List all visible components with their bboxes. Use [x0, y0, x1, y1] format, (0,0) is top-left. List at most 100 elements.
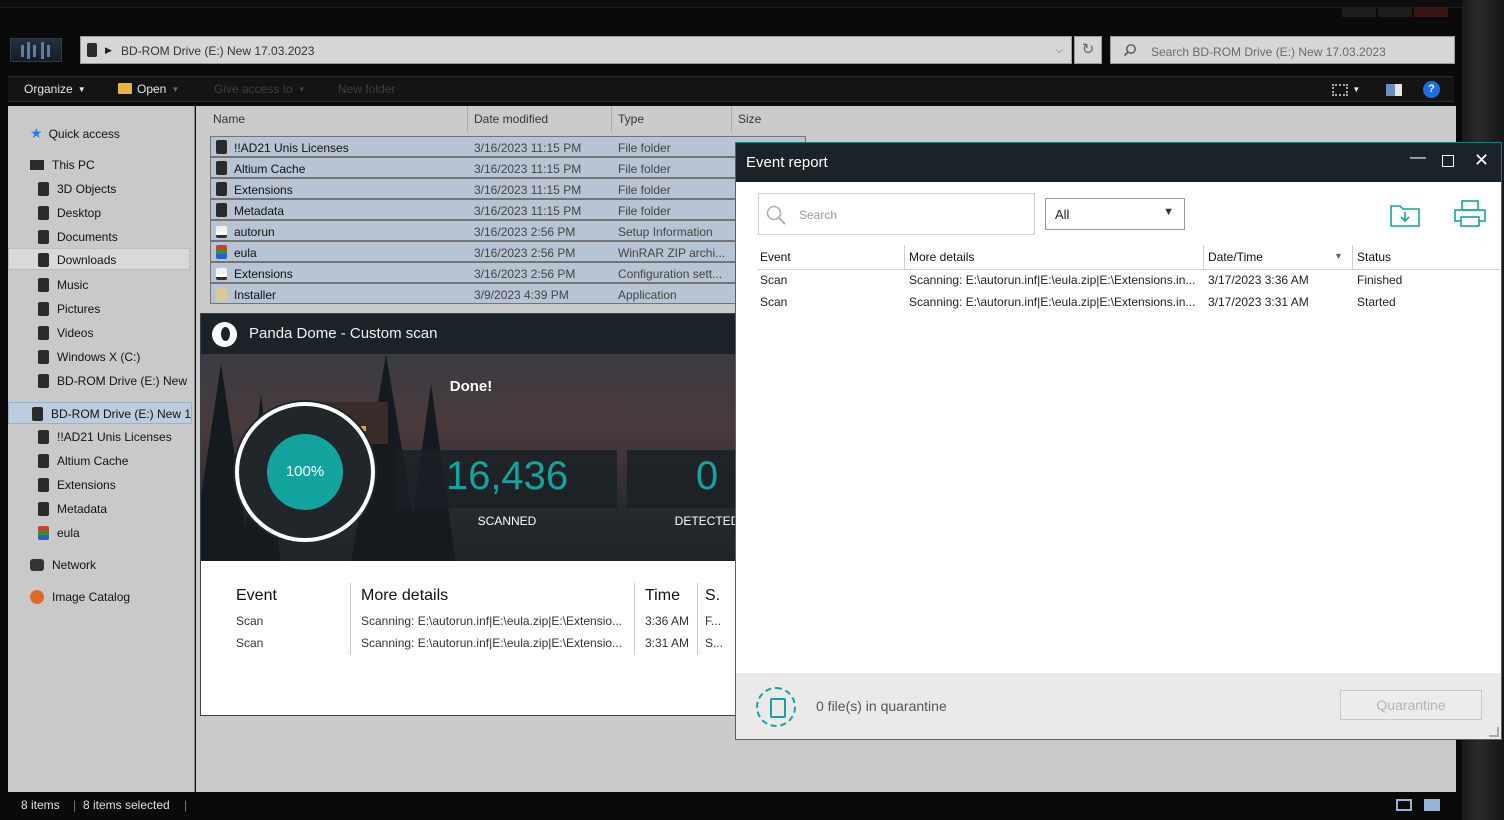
- minimize-button[interactable]: [1342, 7, 1376, 17]
- nav-item-music[interactable]: Music: [38, 274, 88, 296]
- column-header-event[interactable]: Event: [236, 587, 277, 605]
- nav-item-altium-cache[interactable]: Altium Cache: [38, 450, 128, 472]
- search-box[interactable]: Search BD-ROM Drive (E:) New 17.03.2023: [1110, 36, 1455, 64]
- file-row[interactable]: !!AD21 Unis Licenses 3/16/2023 11:15 PM Fi…: [210, 136, 806, 157]
- column-divider[interactable]: [1352, 245, 1353, 269]
- column-header-details[interactable]: More details: [361, 587, 448, 605]
- column-header-datetime[interactable]: Date/Time: [1208, 250, 1263, 264]
- export-folder-icon[interactable]: [1389, 200, 1421, 228]
- file-row[interactable]: eula 3/16/2023 2:56 PM WinRAR ZIP archi...: [210, 241, 806, 262]
- column-header-event[interactable]: Event: [760, 250, 791, 264]
- organize-button[interactable]: Organize ▼: [24, 82, 86, 96]
- quarantine-button[interactable]: Quarantine: [1340, 690, 1482, 720]
- status-divider: |: [73, 798, 77, 812]
- event-filter-select[interactable]: All ▼: [1045, 198, 1185, 230]
- nav-item-documents[interactable]: Documents: [38, 226, 118, 248]
- chevron-down-icon[interactable]: ⌵: [1055, 45, 1063, 56]
- file-row[interactable]: Installer 3/9/2023 4:39 PM Application: [210, 283, 806, 304]
- give-access-button[interactable]: Give access to ▼: [214, 82, 306, 96]
- close-button[interactable]: [1414, 7, 1448, 17]
- file-name: Extensions: [234, 267, 293, 281]
- column-header-time[interactable]: Time: [645, 587, 680, 605]
- navigation-row: ▶ BD-ROM Drive (E:) New 17.03.2023 ⌵ ↻ S…: [0, 34, 1462, 66]
- sort-descending-icon[interactable]: ▼: [1334, 251, 1343, 261]
- file-date: 3/16/2023 2:56 PM: [474, 225, 576, 239]
- datetime-cell: 3/17/2023 3:31 AM: [1208, 295, 1309, 309]
- preview-pane-icon[interactable]: [1385, 83, 1402, 96]
- new-folder-button[interactable]: New folder: [338, 82, 395, 96]
- file-name: autorun: [234, 225, 275, 239]
- nav-item-bd-rom-drive-selected[interactable]: BD-ROM Drive (E:) New 1: [8, 402, 192, 424]
- file-row[interactable]: Metadata 3/16/2023 11:15 PM File folder: [210, 199, 806, 220]
- navigation-pane: ★ Quick access This PC 3D Objects Desktop…: [8, 106, 195, 792]
- nav-label: Altium Cache: [57, 454, 129, 468]
- file-row[interactable]: autorun 3/16/2023 2:56 PM Setup Informatio…: [210, 220, 806, 241]
- nav-item-network[interactable]: Network: [30, 554, 96, 576]
- file-date: 3/16/2023 2:56 PM: [474, 246, 576, 260]
- column-header-status[interactable]: Status: [1357, 250, 1391, 264]
- file-row[interactable]: Extensions 3/16/2023 11:15 PM File folder: [210, 178, 806, 199]
- nav-history-icon[interactable]: [10, 38, 62, 62]
- progress-ring: 100%: [235, 402, 375, 542]
- nav-item-metadata[interactable]: Metadata: [38, 498, 107, 520]
- column-divider[interactable]: [467, 106, 468, 132]
- search-placeholder: Search BD-ROM Drive (E:) New 17.03.2023: [1151, 45, 1386, 59]
- nav-label: This PC: [52, 158, 95, 172]
- nav-item-image-catalog[interactable]: Image Catalog: [30, 586, 130, 608]
- refresh-button[interactable]: ↻: [1074, 36, 1102, 64]
- column-divider[interactable]: [1203, 245, 1204, 269]
- maximize-icon[interactable]: [1442, 155, 1454, 167]
- file-row[interactable]: Extensions 3/16/2023 2:56 PM Configuration…: [210, 262, 806, 283]
- nav-item-quick-access[interactable]: ★ Quick access: [30, 122, 120, 144]
- network-icon: [30, 559, 44, 571]
- nav-label: Pictures: [57, 302, 101, 316]
- event-report-title: Event report: [746, 154, 828, 171]
- nav-item-windows-c[interactable]: Windows X (C:): [38, 346, 140, 368]
- folder-icon: [38, 502, 49, 516]
- column-divider[interactable]: [731, 106, 732, 132]
- event-report-title-bar: Event report — ✕: [736, 143, 1501, 182]
- view-options-icon[interactable]: [1332, 83, 1349, 96]
- report-search-input[interactable]: Search: [758, 193, 1035, 235]
- large-icons-view-icon[interactable]: [1424, 799, 1440, 811]
- config-file-icon: [216, 268, 227, 280]
- maximize-button[interactable]: [1378, 7, 1412, 17]
- nav-item-eula[interactable]: eula: [38, 522, 80, 544]
- give-access-label: Give access to: [214, 82, 293, 96]
- nav-label: Videos: [57, 326, 94, 340]
- nav-item-this-pc[interactable]: This PC: [30, 154, 95, 176]
- column-header-name[interactable]: Name: [213, 112, 245, 126]
- nav-item-pictures[interactable]: Pictures: [38, 298, 100, 320]
- column-header-status[interactable]: S.: [705, 587, 720, 605]
- column-header-type[interactable]: Type: [618, 112, 644, 126]
- detected-count: 0: [695, 454, 719, 498]
- nav-item-desktop[interactable]: Desktop: [38, 202, 101, 224]
- nav-item-videos[interactable]: Videos: [38, 322, 93, 344]
- open-button[interactable]: Open ▼: [118, 82, 179, 96]
- open-label: Open: [137, 82, 167, 96]
- column-header-details[interactable]: More details: [909, 250, 974, 264]
- column-header-size[interactable]: Size: [738, 112, 761, 126]
- help-icon[interactable]: ?: [1423, 81, 1440, 98]
- close-icon[interactable]: ✕: [1474, 150, 1489, 171]
- print-icon[interactable]: [1453, 199, 1487, 229]
- file-row[interactable]: Altium Cache 3/16/2023 11:15 PM File folde…: [210, 157, 806, 178]
- nav-item-3d-objects[interactable]: 3D Objects: [38, 178, 116, 200]
- resize-grip[interactable]: [1489, 727, 1499, 737]
- folder-icon: [38, 454, 49, 468]
- nav-item-ad21-licenses[interactable]: !!AD21 Unis Licenses: [38, 426, 172, 448]
- column-divider[interactable]: [904, 245, 905, 269]
- details-view-icon[interactable]: [1396, 799, 1412, 811]
- detected-label: DETECTED: [674, 514, 740, 528]
- folder-icon: [38, 326, 49, 340]
- nav-item-bd-rom-drive[interactable]: BD-ROM Drive (E:) New: [38, 370, 194, 392]
- nav-item-extensions[interactable]: Extensions: [38, 474, 116, 496]
- nav-item-downloads[interactable]: Downloads: [8, 248, 190, 270]
- address-bar[interactable]: ▶ BD-ROM Drive (E:) New 17.03.2023 ⌵: [80, 36, 1072, 64]
- panda-title: Panda Dome - Custom scan: [249, 325, 438, 342]
- column-header-date[interactable]: Date modified: [474, 112, 548, 126]
- breadcrumb-chevron-icon[interactable]: ▶: [105, 45, 112, 56]
- column-divider[interactable]: [611, 106, 612, 132]
- caret-down-icon[interactable]: ▼: [1352, 85, 1360, 94]
- minimize-icon[interactable]: —: [1410, 149, 1426, 167]
